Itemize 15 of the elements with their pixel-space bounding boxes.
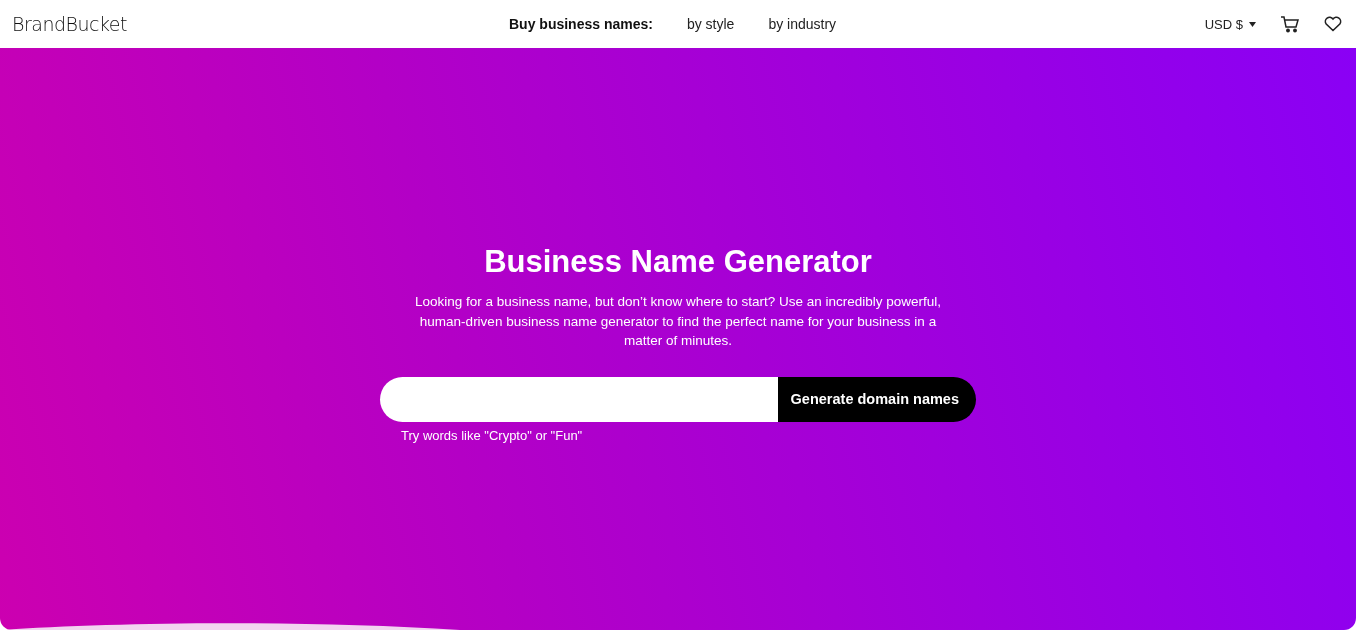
cart-button[interactable] — [1280, 15, 1300, 33]
hero-title: Business Name Generator — [484, 244, 872, 280]
favorites-button[interactable] — [1324, 16, 1342, 32]
generate-button[interactable]: Generate domain names — [777, 376, 976, 422]
search-field[interactable] — [380, 376, 778, 422]
search-hint: Try words like "Crypto" or "Fun" — [401, 427, 583, 443]
currency-selector[interactable]: USD $ — [1204, 16, 1256, 32]
heart-icon — [1324, 16, 1342, 32]
caret-icon — [1249, 21, 1256, 27]
nav-label: Buy business names: — [509, 16, 653, 32]
cart-icon — [1280, 15, 1300, 33]
nav-link[interactable]: by industry — [768, 16, 837, 32]
brand-logo[interactable]: BrandBucket — [12, 13, 127, 35]
nav-link[interactable]: by style — [686, 16, 735, 32]
hero-description: Looking for a business name, but don’t know where to start? Use an incredibly powerful, human-driven business name generator to find the perfect name for your business in a matter of minutes. — [413, 293, 942, 350]
